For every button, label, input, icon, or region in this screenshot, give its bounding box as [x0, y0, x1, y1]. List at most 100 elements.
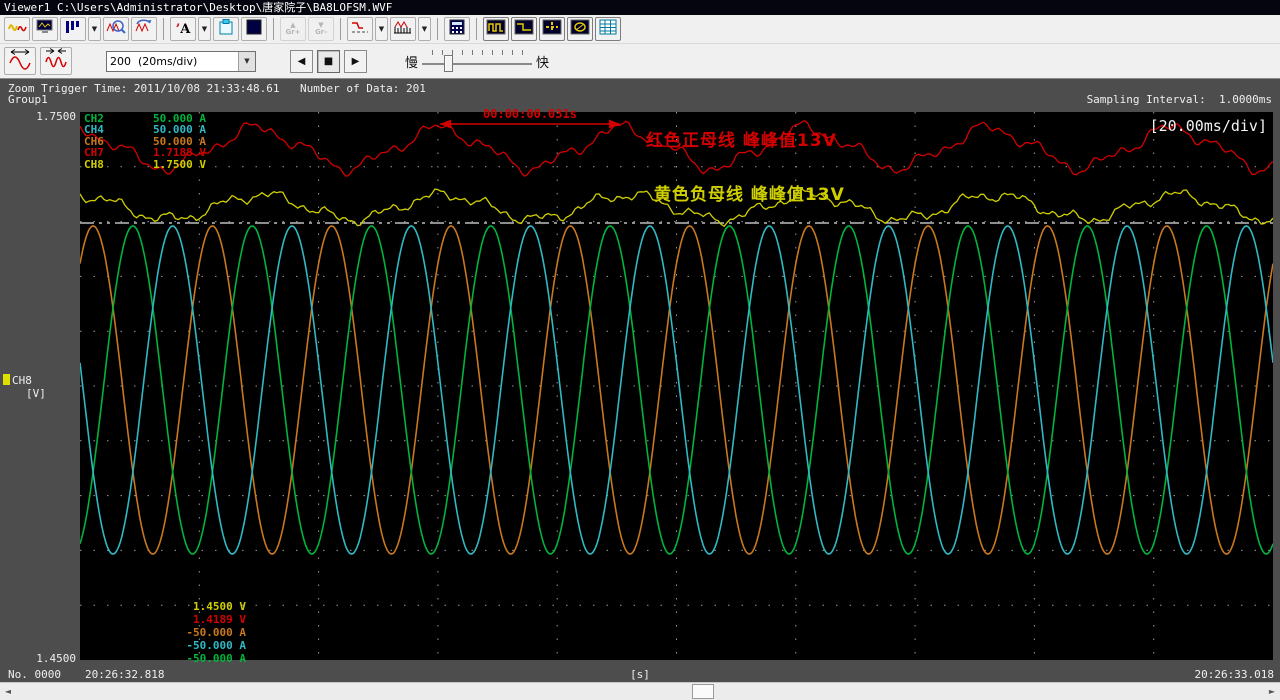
clipboard-icon — [216, 19, 236, 39]
window-split-button[interactable] — [539, 17, 565, 41]
legend-channel-name: CH7 — [84, 147, 104, 158]
plot-area[interactable]: CH250.000 ACH450.000 ACH650.000 ACH71.71… — [80, 112, 1273, 660]
legend-row-ch8: CH8 1.7500 V — [84, 159, 206, 170]
window-split-icon — [542, 19, 562, 39]
channel-bottom-values: 1.4500 V1.4189 V-50.000 A-50.000 A-50.00… — [126, 601, 246, 665]
play-forward-icon: ▶ — [352, 56, 360, 67]
measure-time-label: 00:00:00.031s — [440, 107, 620, 121]
bottom-value-row: 1.4500 V — [126, 601, 246, 614]
window-list-icon — [598, 19, 618, 39]
display-trace-icon — [350, 19, 370, 39]
slider-track — [422, 63, 532, 65]
display-trace-button[interactable] — [347, 17, 373, 41]
bottom-value-row: -50.000 A — [126, 640, 246, 653]
sampling-interval: Sampling Interval: 1.0000ms — [1087, 93, 1272, 106]
channel-bars-icon — [63, 19, 83, 39]
toolbar-separator — [437, 18, 438, 40]
window-xy-button[interactable] — [567, 17, 593, 41]
bottom-value-row: -50.000 A — [126, 627, 246, 640]
slider-thumb[interactable] — [444, 55, 453, 72]
color-swatch-button[interactable] — [241, 17, 267, 41]
group-down-button: ▼Gr- — [308, 17, 334, 41]
status-bar: No. 0000 20:26:32.818 [s] 20:26:33.018 — [0, 662, 1280, 682]
group-down-icon: ▼Gr- — [315, 22, 327, 36]
stop-button[interactable]: ■ — [317, 50, 340, 73]
stop-icon: ■ — [324, 56, 333, 67]
open-waveform-icon — [7, 19, 27, 39]
scroll-left-arrow[interactable]: ◄ — [0, 683, 16, 700]
clipboard-button[interactable] — [213, 17, 239, 41]
chevron-down-icon: ▼ — [422, 25, 427, 33]
window-step-button[interactable] — [511, 17, 537, 41]
expand-time-icon — [7, 47, 33, 75]
open-waveform-button[interactable] — [4, 17, 30, 41]
compress-time-button[interactable] — [40, 47, 72, 75]
display-trace-dropdown[interactable]: ▼ — [375, 17, 388, 41]
color-swatch-icon — [244, 19, 264, 39]
group-label: Group1 — [8, 93, 48, 106]
zoom-wave-icon — [106, 19, 126, 39]
channel-marker — [3, 374, 10, 385]
refresh-wave-button[interactable] — [131, 17, 157, 41]
window-waveform-button[interactable] — [483, 17, 509, 41]
scale-axis-icon — [393, 19, 413, 39]
yellow-bus-annotation: 黄色负母线 峰峰值13V — [654, 180, 845, 205]
group-up-icon: ▲Gr+ — [285, 22, 300, 36]
toolbar-separator — [273, 18, 274, 40]
toolbar-separator — [476, 18, 477, 40]
zoom-range-combobox[interactable]: 200 (20ms/div) ▼ — [106, 51, 256, 72]
chevron-down-icon: ▼ — [202, 25, 207, 33]
main-toolbar: ▼ ’A ▼ ▲Gr+ ▼Gr- ▼ — [0, 15, 1280, 44]
combobox-dropdown-button[interactable]: ▼ — [238, 52, 255, 71]
expand-time-button[interactable] — [4, 47, 36, 75]
annotation-text-button[interactable]: ’A — [170, 17, 196, 41]
chevron-down-icon: ▼ — [92, 25, 97, 33]
refresh-wave-icon — [134, 19, 154, 39]
number-of-data: Number of Data: 201 — [300, 82, 426, 95]
legend-channel-name: CH8 — [84, 159, 104, 170]
speed-slider[interactable] — [422, 49, 532, 73]
zoom-wave-button[interactable] — [103, 17, 129, 41]
window-title: Viewer1 C:\Users\Administrator\Desktop\唐… — [0, 0, 1280, 15]
bottom-value-row: 1.4189 V — [126, 614, 246, 627]
legend-channel-value: 1.7188 V — [153, 147, 206, 158]
channel-bars-dropdown[interactable]: ▼ — [88, 17, 101, 41]
zoom-toolbar: 200 (20ms/div) ▼ ◀ ■ ▶ 慢 快 — [0, 44, 1280, 79]
monitor-icon — [35, 19, 55, 39]
legend-row-ch7: CH7 1.7188 V — [84, 147, 206, 158]
play-backward-button[interactable]: ◀ — [290, 50, 313, 73]
toolbar-separator — [163, 18, 164, 40]
legend-channel-value: 1.7500 V — [153, 159, 206, 170]
compress-time-icon — [43, 47, 69, 75]
red-bus-annotation: 红色正母线 峰峰值13V — [646, 126, 837, 151]
window-list-button[interactable] — [595, 17, 621, 41]
end-time: 20:26:33.018 — [1195, 668, 1274, 681]
channel-legend: CH250.000 ACH450.000 ACH650.000 ACH71.71… — [84, 113, 206, 170]
toolbar-separator — [340, 18, 341, 40]
window-xy-icon — [570, 19, 590, 39]
axis-channel-label: CH8 — [12, 374, 32, 387]
horizontal-scrollbar[interactable]: ◄ ► — [0, 682, 1280, 700]
text-a-icon: ’A — [176, 22, 191, 37]
scale-axis-dropdown[interactable]: ▼ — [418, 17, 431, 41]
slow-label: 慢 — [405, 52, 418, 71]
monitor-settings-button[interactable] — [32, 17, 58, 41]
time-per-div-label: [20.00ms/div] — [1150, 117, 1267, 135]
group-up-button: ▲Gr+ — [280, 17, 306, 41]
window-waveform-icon — [486, 19, 506, 39]
axis-unit-label: [V] — [26, 387, 46, 400]
channel-bars-button[interactable] — [60, 17, 86, 41]
play-forward-button[interactable]: ▶ — [344, 50, 367, 73]
scroll-right-arrow[interactable]: ► — [1264, 683, 1280, 700]
window-step-icon — [514, 19, 534, 39]
x-unit-label: [s] — [0, 668, 1280, 681]
calculator-icon — [447, 19, 467, 39]
calculator-button[interactable] — [444, 17, 470, 41]
annotation-text-dropdown[interactable]: ▼ — [198, 17, 211, 41]
waveform-panel: Zoom Trigger Time: 2011/10/08 21:33:48.6… — [0, 79, 1280, 682]
scrollbar-thumb[interactable] — [692, 684, 714, 699]
zoom-trigger-time: Zoom Trigger Time: 2011/10/08 21:33:48.6… — [8, 82, 280, 95]
play-backward-icon: ◀ — [298, 56, 306, 67]
scale-axis-button[interactable] — [390, 17, 416, 41]
zoom-range-value: 200 (20ms/div) — [107, 55, 238, 68]
